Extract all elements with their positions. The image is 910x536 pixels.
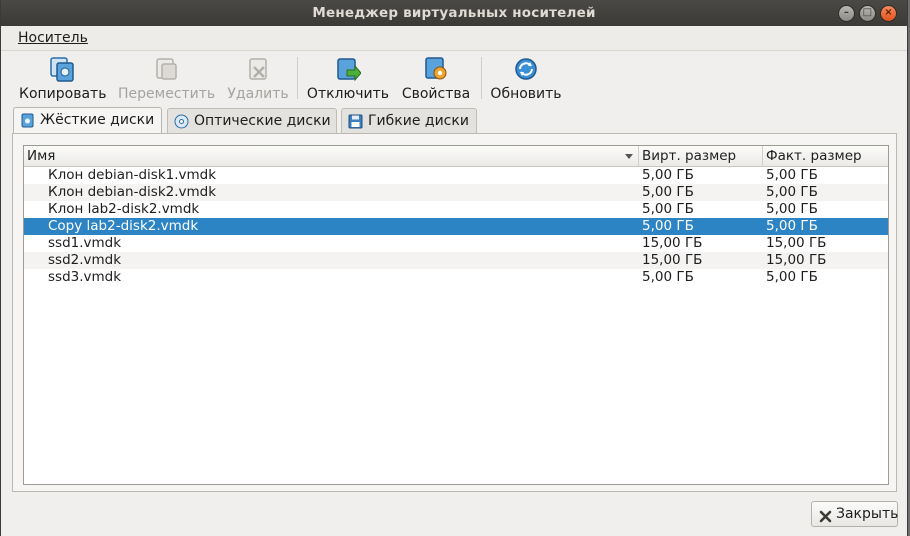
cell-actual-size: 5,00 ГБ xyxy=(766,184,818,200)
cell-name: Клон lab2-disk2.vmdk xyxy=(48,201,200,217)
close-window-button[interactable]: × xyxy=(880,5,897,22)
copy-button[interactable]: Копировать xyxy=(19,50,106,104)
tab-floppy-disks[interactable]: Гибкие диски xyxy=(341,108,477,133)
properties-button[interactable]: Свойства xyxy=(400,50,472,104)
cell-name: Copy lab2-disk2.vmdk xyxy=(48,218,199,234)
column-header-actual-size[interactable]: Факт. размер xyxy=(763,146,888,166)
cell-virtual-size: 15,00 ГБ xyxy=(642,235,703,251)
cell-virtual-size: 15,00 ГБ xyxy=(642,252,703,268)
cell-virtual-size: 5,00 ГБ xyxy=(642,167,694,183)
cell-actual-size: 5,00 ГБ xyxy=(766,218,818,234)
hard-disk-icon xyxy=(20,112,35,128)
move-button[interactable]: Переместить xyxy=(118,50,215,104)
cell-name: ssd1.vmdk xyxy=(48,235,122,251)
cell-actual-size: 5,00 ГБ xyxy=(766,269,818,285)
table-row[interactable]: Клон lab2-disk2.vmdk 5,00 ГБ 5,00 ГБ xyxy=(24,201,888,218)
toolbar-separator xyxy=(297,57,298,99)
column-header-name[interactable]: Имя xyxy=(24,146,639,166)
cell-actual-size: 15,00 ГБ xyxy=(766,235,827,251)
close-icon xyxy=(819,507,832,523)
cell-actual-size: 5,00 ГБ xyxy=(766,201,818,217)
refresh-icon xyxy=(513,56,539,82)
remove-button[interactable]: Удалить xyxy=(227,50,289,104)
cell-name: ssd3.vmdk xyxy=(48,269,122,285)
table-row[interactable]: ssd2.vmdk 15,00 ГБ 15,00 ГБ xyxy=(24,252,888,269)
tab-optical-disks[interactable]: Оптические диски xyxy=(167,108,337,133)
sort-descending-icon xyxy=(625,154,633,159)
floppy-disk-icon xyxy=(348,113,363,129)
title-bar: Менеджер виртуальных носителей – □ × xyxy=(1,0,907,26)
hard-disks-panel: Имя Вирт. размер Факт. размер Клон debia… xyxy=(12,133,897,492)
close-button[interactable]: Закрыть xyxy=(811,501,898,527)
menu-medium[interactable]: Носитель xyxy=(18,30,88,46)
cell-actual-size: 15,00 ГБ xyxy=(766,252,827,268)
remove-disk-icon xyxy=(245,56,271,82)
media-manager-window: Менеджер виртуальных носителей – □ × Нос… xyxy=(0,0,908,536)
cell-name: Клон debian-disk2.vmdk xyxy=(48,184,217,200)
column-header-virtual-size[interactable]: Вирт. размер xyxy=(639,146,763,166)
release-button[interactable]: Отключить xyxy=(306,50,390,104)
toolbar: Копировать Переместить Удалить Отключить xyxy=(1,50,907,104)
media-table[interactable]: Имя Вирт. размер Факт. размер Клон debia… xyxy=(23,145,889,485)
cell-name: ssd2.vmdk xyxy=(48,252,122,268)
table-header: Имя Вирт. размер Факт. размер xyxy=(24,146,888,167)
cell-virtual-size: 5,00 ГБ xyxy=(642,184,694,200)
table-row[interactable]: Клон debian-disk2.vmdk 5,00 ГБ 5,00 ГБ xyxy=(24,184,888,201)
cell-virtual-size: 5,00 ГБ xyxy=(642,201,694,217)
cell-virtual-size: 5,00 ГБ xyxy=(642,269,694,285)
refresh-button[interactable]: Обновить xyxy=(489,50,563,104)
maximize-button[interactable]: □ xyxy=(859,5,876,22)
table-row[interactable]: Клон debian-disk1.vmdk 5,00 ГБ 5,00 ГБ xyxy=(24,167,888,184)
minimize-button[interactable]: – xyxy=(838,5,855,22)
cell-actual-size: 5,00 ГБ xyxy=(766,167,818,183)
table-row[interactable]: ssd1.vmdk 15,00 ГБ 15,00 ГБ xyxy=(24,235,888,252)
window-title: Менеджер виртуальных носителей xyxy=(312,5,596,21)
tab-hard-disks[interactable]: Жёсткие диски xyxy=(13,107,162,134)
properties-icon xyxy=(423,56,449,82)
optical-disk-icon xyxy=(174,113,189,129)
toolbar-separator xyxy=(481,57,482,99)
cell-virtual-size: 5,00 ГБ xyxy=(642,218,694,234)
copy-disk-icon xyxy=(49,56,75,82)
menu-bar: Носитель xyxy=(1,26,907,51)
table-row[interactable]: Copy lab2-disk2.vmdk 5,00 ГБ 5,00 ГБ xyxy=(24,218,888,235)
release-disk-icon xyxy=(335,56,362,82)
move-disk-icon xyxy=(153,56,179,82)
table-row[interactable]: ssd3.vmdk 5,00 ГБ 5,00 ГБ xyxy=(24,269,888,286)
cell-name: Клон debian-disk1.vmdk xyxy=(48,167,217,183)
